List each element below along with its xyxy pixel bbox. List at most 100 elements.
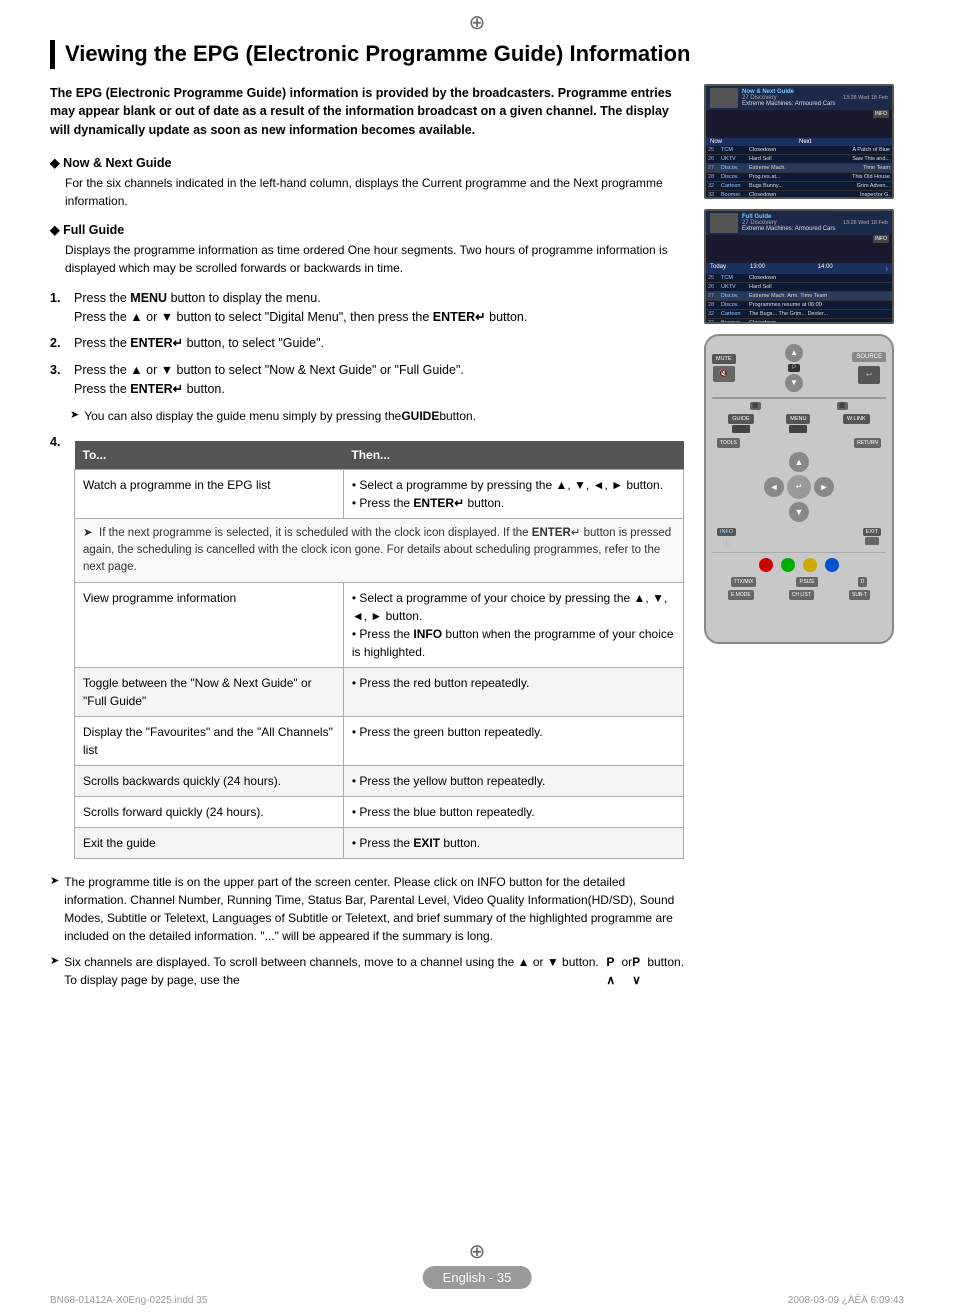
table-row: Watch a programme in the EPG list • Sele…: [75, 469, 684, 518]
source-button[interactable]: SOURCE: [852, 352, 886, 362]
footer-date: 2008-03-09 ¿ÄÊÄ 6:09:43: [788, 1295, 904, 1306]
table-row: Exit the guide • Press the EXIT button.: [75, 828, 684, 859]
subt-button[interactable]: SUB-T: [849, 590, 870, 600]
step-3-note: You can also display the guide menu simp…: [70, 407, 684, 425]
table-row: Toggle between the "Now & Next Guide" or…: [75, 668, 684, 717]
compass-bottom-icon: ⊕: [469, 1239, 486, 1264]
psize-button[interactable]: P.SIZE: [796, 577, 817, 587]
table-note-cell: ➤ If the next programme is selected, it …: [75, 518, 684, 583]
yellow-button[interactable]: [803, 558, 817, 572]
step-1: 1. Press the MENU button to display the …: [50, 289, 684, 327]
intro-text: The EPG (Electronic Programme Guide) inf…: [50, 84, 684, 140]
compass-top-icon: ⊕: [469, 10, 486, 35]
dpad-up[interactable]: ▲: [789, 452, 809, 472]
info-button[interactable]: INFO: [717, 528, 736, 536]
step-2-num: 2.: [50, 334, 66, 353]
bullet-full-guide-title: Full Guide: [50, 222, 684, 237]
enter-button[interactable]: ↵: [787, 475, 811, 499]
table-cell-action: Toggle between the "Now & Next Guide" or…: [75, 668, 344, 717]
dpad-down[interactable]: ▼: [789, 502, 809, 522]
remote-divider-2: [712, 552, 886, 553]
table-cell-instruction: • Press the EXIT button.: [343, 828, 683, 859]
tools-icon: ⬛: [837, 402, 847, 410]
input-icon: ↩: [858, 366, 880, 384]
bullet-full-guide-body: Displays the programme information as ti…: [65, 241, 684, 277]
table-cell-instruction: • Press the red button repeatedly.: [343, 668, 683, 717]
table-cell-action: View programme information: [75, 583, 344, 668]
bullet-now-next: Now & Next Guide For the six channels in…: [50, 155, 684, 210]
page-title: Viewing the EPG (Electronic Programme Gu…: [50, 40, 904, 69]
exit-button[interactable]: EXIT: [863, 528, 881, 536]
bullet-full-guide: Full Guide Displays the programme inform…: [50, 222, 684, 277]
menu-icon: [789, 425, 807, 433]
table-cell-action: Scrolls forward quickly (24 hours).: [75, 797, 344, 828]
table-cell-action: Exit the guide: [75, 828, 344, 859]
bullet-now-next-title: Now & Next Guide: [50, 155, 684, 170]
table-cell-instruction: • Press the yellow button repeatedly.: [343, 766, 683, 797]
table-col1-header: To...: [75, 441, 344, 470]
full-guide-screen: Full Guide 27 Discovery Extreme Machines…: [704, 209, 894, 324]
bottom-note-1: The programme title is on the upper part…: [50, 873, 684, 945]
info-icon: ⓘ: [723, 537, 731, 548]
bottom-note-2: Six channels are displayed. To scroll be…: [50, 953, 684, 989]
return-button[interactable]: RETURN: [854, 438, 881, 448]
chlist-button[interactable]: CH LIST: [789, 590, 814, 600]
step-2: 2. Press the ENTER↵ button, to select "G…: [50, 334, 684, 353]
table-note-row: ➤ If the next programme is selected, it …: [75, 518, 684, 583]
main-layout: The EPG (Electronic Programme Guide) inf…: [50, 84, 904, 998]
channel-down-button[interactable]: ▼: [785, 374, 803, 392]
step-3-num: 3.: [50, 361, 66, 399]
remote-control: MUTE 🔇 ▲ P ▼ SOURCE ↩: [704, 334, 894, 644]
red-button[interactable]: [759, 558, 773, 572]
step-3-content: Press the ▲ or ▼ button to select "Now &…: [74, 361, 684, 399]
mute-button[interactable]: MUTE: [712, 354, 736, 364]
speaker-icon: 🔇: [713, 366, 735, 382]
left-column: The EPG (Electronic Programme Guide) inf…: [50, 84, 684, 998]
step-3: 3. Press the ▲ or ▼ button to select "No…: [50, 361, 684, 399]
step-4-num: 4.: [50, 433, 66, 860]
blue-button[interactable]: [825, 558, 839, 572]
steps-section: 1. Press the MENU button to display the …: [50, 289, 684, 860]
table-cell-action: Scrolls backwards quickly (24 hours).: [75, 766, 344, 797]
epg-table: To... Then... Watch a programme in the E…: [74, 441, 684, 860]
page-container: ⊕ Viewing the EPG (Electronic Programme …: [0, 0, 954, 1314]
step-1-num: 1.: [50, 289, 66, 327]
wlink-button[interactable]: W.LINK: [843, 414, 870, 424]
step-4-content: To... Then... Watch a programme in the E…: [74, 433, 684, 860]
ttxmix-button[interactable]: TTX/MIX: [731, 577, 757, 587]
step-1-content: Press the MENU button to display the men…: [74, 289, 684, 327]
p-label: P: [788, 364, 800, 372]
right-column: Now & Next Guide 27 Discovery Extreme Ma…: [704, 84, 904, 998]
table-cell-instruction: • Press the green button repeatedly.: [343, 717, 683, 766]
emode-button[interactable]: E.MODE: [728, 590, 754, 600]
dpad-left[interactable]: ◄: [764, 477, 784, 497]
guide-button[interactable]: GUIDE: [728, 414, 753, 424]
tools-button[interactable]: TOOLS: [717, 438, 740, 448]
now-next-guide-screen: Now & Next Guide 27 Discovery Extreme Ma…: [704, 84, 894, 199]
footer-file: BN68-01412A-X0Eng-0225.indd 35: [50, 1295, 207, 1306]
table-row: View programme information • Select a pr…: [75, 583, 684, 668]
remote-divider: [712, 397, 886, 399]
bullet-now-next-body: For the six channels indicated in the le…: [65, 174, 684, 210]
table-cell-action: Watch a programme in the EPG list: [75, 469, 344, 518]
step-4: 4. To... Then...: [50, 433, 684, 860]
table-cell-instruction: • Select a programme of your choice by p…: [343, 583, 683, 668]
digit-icon: ⬛: [750, 402, 760, 410]
channel-up-button[interactable]: ▲: [785, 344, 803, 362]
footer-badge: English - 35: [423, 1266, 532, 1289]
table-row: Scrolls forward quickly (24 hours). • Pr…: [75, 797, 684, 828]
table-row: Scrolls backwards quickly (24 hours). • …: [75, 766, 684, 797]
guide-icon: [732, 425, 750, 433]
green-button[interactable]: [781, 558, 795, 572]
dpad-right[interactable]: ►: [814, 477, 834, 497]
table-row: Display the "Favourites" and the "All Ch…: [75, 717, 684, 766]
step-2-content: Press the ENTER↵ button, to select "Guid…: [74, 334, 684, 353]
table-cell-instruction: • Press the blue button repeatedly.: [343, 797, 683, 828]
table-cell-action: Display the "Favourites" and the "All Ch…: [75, 717, 344, 766]
exit-icon: [865, 537, 879, 545]
d-button[interactable]: D: [858, 577, 868, 587]
bottom-notes: The programme title is on the upper part…: [50, 873, 684, 989]
menu-button[interactable]: MENU: [786, 414, 810, 424]
table-col2-header: Then...: [343, 441, 683, 470]
table-cell-instruction: • Select a programme by pressing the ▲, …: [343, 469, 683, 518]
